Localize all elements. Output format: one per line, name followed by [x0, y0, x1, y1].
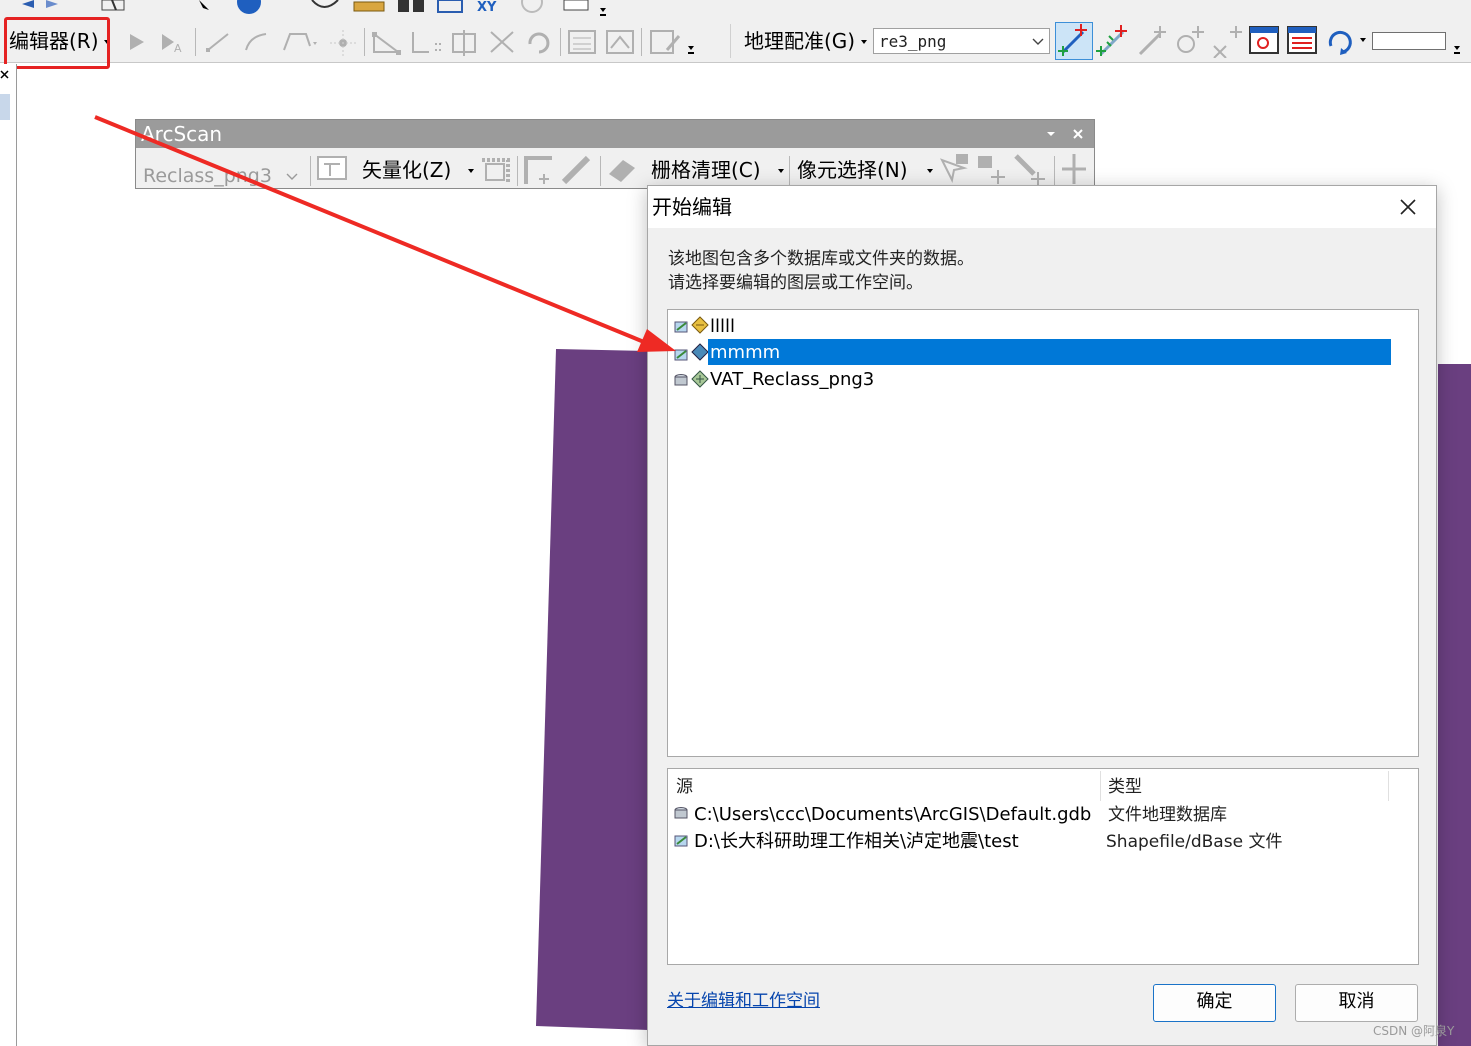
column-header-type[interactable]: 类型: [1108, 776, 1142, 798]
chevron-down-icon[interactable]: [467, 168, 475, 174]
chevron-down-icon[interactable]: [286, 172, 298, 182]
column-header-source[interactable]: 源: [676, 776, 693, 798]
column-divider[interactable]: [1100, 771, 1101, 801]
find-connected-cells-icon[interactable]: [1012, 152, 1050, 186]
toolbar-separator: [517, 156, 518, 186]
selection-highlight: [708, 339, 1391, 365]
arcscan-toolbar: ArcScan Reclass_png3 矢量化(Z) 栅格清理(C) 像元选择…: [135, 119, 1095, 189]
dialog-message-line2: 请选择要编辑的图层或工作空间。: [668, 273, 923, 293]
cell-select-icon[interactable]: [605, 154, 639, 186]
geodatabase-icon: [674, 374, 688, 386]
layer-name-selected: mmmm: [710, 342, 781, 363]
toolbar-separator: [789, 156, 790, 186]
vectorize-menu-label[interactable]: 矢量化(Z): [362, 158, 451, 182]
dialog-title: 开始编辑: [652, 195, 732, 219]
polygon-layer-icon: [691, 343, 709, 361]
cell-selection-menu-label[interactable]: 像元选择(N): [797, 158, 908, 182]
vectorization-trace-between-points-icon[interactable]: [522, 154, 556, 186]
raster-cleanup-menu-label[interactable]: 栅格清理(C): [651, 158, 761, 182]
select-connected-cells-icon[interactable]: [936, 152, 974, 186]
shapefile-workspace-icon: [674, 349, 688, 361]
chevron-down-icon[interactable]: [1046, 130, 1056, 138]
dialog-message-line1: 该地图包含多个数据库或文件夹的数据。: [668, 249, 974, 269]
list-item[interactable]: VAT_Reclass_png3: [672, 368, 1392, 392]
raster-line-width-icon[interactable]: [1058, 152, 1090, 186]
toolbar-separator: [310, 156, 311, 186]
watermark: CSDN @阿泉Y: [1373, 1024, 1455, 1038]
geodatabase-icon: [674, 807, 688, 819]
column-divider[interactable]: [1388, 771, 1389, 801]
help-link[interactable]: 关于编辑和工作空间: [667, 990, 820, 1012]
source-path: C:\Users\ccc\Documents\ArcGIS\Default.gd…: [694, 804, 1092, 825]
layer-list: lllll mmmm VAT_Reclass_png3: [667, 309, 1419, 757]
table-row[interactable]: D:\长大科研助理工作相关\泸定地震\test Shapefile/dBase …: [672, 830, 1412, 856]
arcscan-title: ArcScan: [141, 122, 223, 146]
source-list: 源 类型 C:\Users\ccc\Documents\ArcGIS\Defau…: [667, 768, 1419, 965]
chevron-down-icon[interactable]: [777, 168, 785, 174]
table-row[interactable]: C:\Users\ccc\Documents\ArcGIS\Default.gd…: [672, 803, 1412, 829]
raster-snapping-options-icon[interactable]: [316, 154, 350, 184]
toolbar-separator: [1054, 156, 1055, 186]
source-type: 文件地理数据库: [1108, 805, 1227, 825]
add-cells-icon[interactable]: [974, 152, 1012, 186]
shapefile-workspace-icon: [674, 835, 688, 847]
vectorization-trace-icon[interactable]: [478, 154, 514, 186]
toolbar-separator: [600, 156, 601, 186]
layer-name: lllll: [710, 316, 736, 337]
cancel-button[interactable]: 取消: [1295, 984, 1418, 1022]
list-item[interactable]: mmmm: [672, 339, 1392, 367]
ok-button[interactable]: 确定: [1153, 984, 1276, 1022]
source-path: D:\长大科研助理工作相关\泸定地震\test: [694, 831, 1019, 852]
shape-recognition-icon[interactable]: [560, 154, 594, 186]
raster-layer-icon: [691, 316, 709, 334]
layer-name: VAT_Reclass_png3: [710, 369, 875, 390]
close-icon[interactable]: [1072, 128, 1084, 140]
table-layer-icon: [691, 370, 709, 388]
source-type: Shapefile/dBase 文件: [1106, 832, 1283, 852]
arcscan-raster-dropdown[interactable]: Reclass_png3: [138, 158, 304, 188]
chevron-down-icon[interactable]: [926, 168, 934, 174]
arcscan-titlebar[interactable]: ArcScan: [136, 120, 1094, 148]
close-icon[interactable]: [1398, 197, 1418, 217]
arcscan-raster-value: Reclass_png3: [143, 165, 272, 187]
shapefile-workspace-icon: [674, 321, 688, 333]
list-item[interactable]: lllll: [672, 314, 1392, 338]
start-editing-dialog: 开始编辑 该地图包含多个数据库或文件夹的数据。 请选择要编辑的图层或工作空间。 …: [647, 185, 1437, 1046]
dialog-titlebar[interactable]: 开始编辑: [648, 186, 1436, 228]
